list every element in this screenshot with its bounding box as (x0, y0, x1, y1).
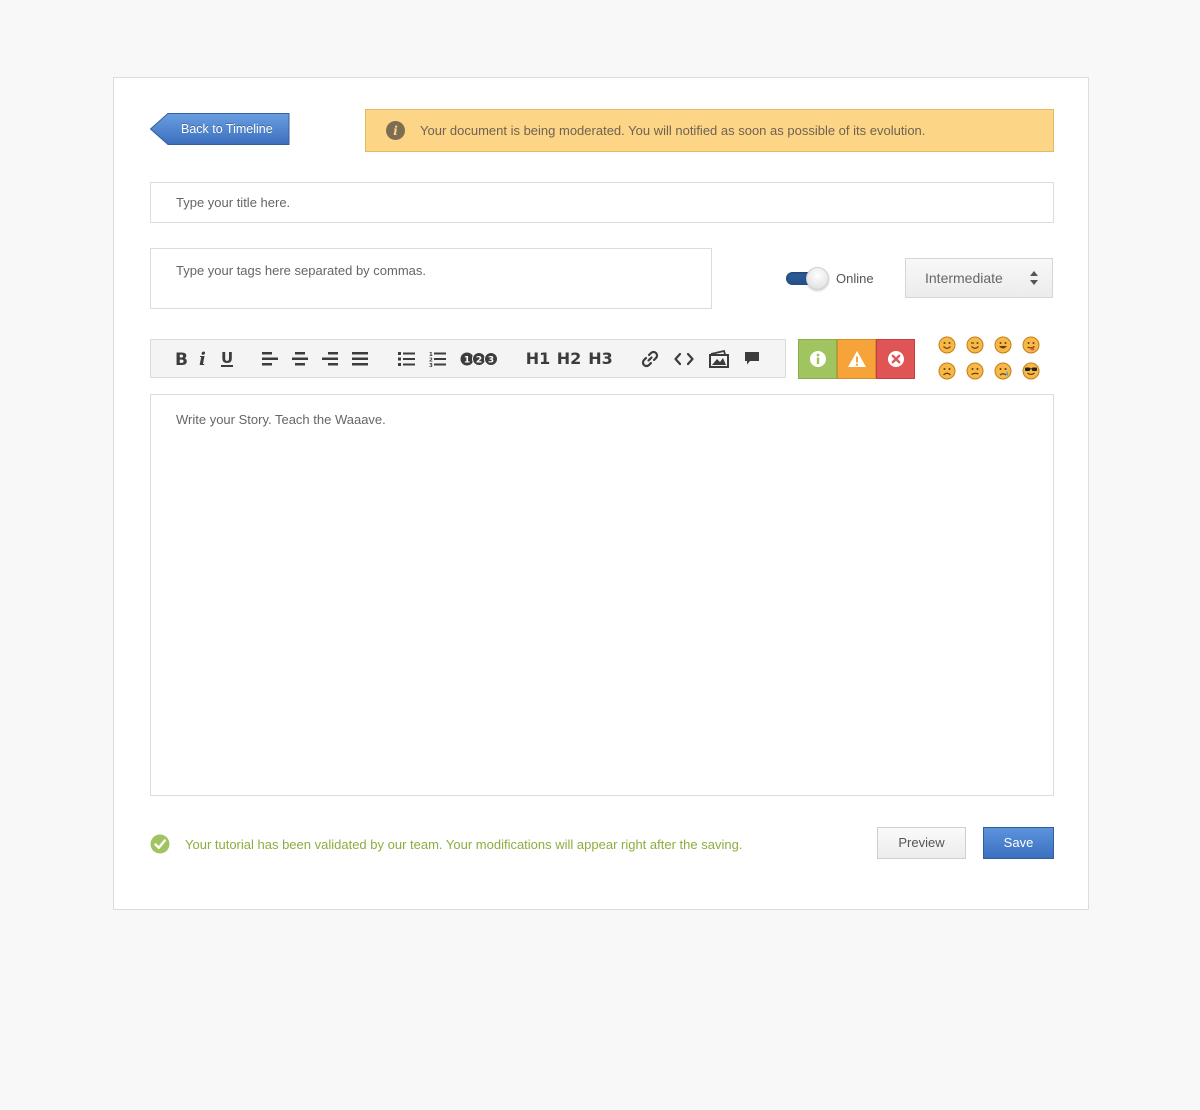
grin-emoji-icon[interactable] (994, 336, 1012, 354)
sad-emoji-icon[interactable] (938, 362, 956, 380)
online-label: Online (836, 271, 874, 286)
heading-2-button[interactable]: H2 (556, 340, 582, 377)
validation-message-text: Your tutorial has been validated by our … (185, 836, 743, 852)
step-2-label: 2 (476, 355, 482, 365)
preview-button[interactable]: Preview (877, 827, 966, 859)
title-input[interactable]: Type your title here. (150, 182, 1054, 223)
link-icon[interactable] (640, 340, 660, 377)
bullet-list-icon[interactable] (396, 340, 416, 377)
confused-emoji-icon[interactable] (966, 362, 984, 380)
bold-icon[interactable]: B (171, 340, 191, 377)
step-3-label: 3 (488, 355, 494, 365)
save-button[interactable]: Save (983, 827, 1054, 859)
tongue-emoji-icon[interactable] (1022, 336, 1040, 354)
underline-icon[interactable]: U (217, 340, 237, 377)
back-to-timeline-button[interactable]: Back to Timeline (150, 112, 290, 146)
online-toggle[interactable] (785, 267, 829, 291)
italic-icon[interactable]: i (195, 340, 211, 377)
smile-emoji-icon[interactable] (938, 336, 956, 354)
tags-input[interactable]: Type your tags here separated by commas. (150, 248, 712, 309)
align-justify-icon[interactable] (351, 340, 369, 377)
info-circle-icon (809, 351, 826, 367)
numbered-list-icon[interactable]: 123 (427, 340, 447, 377)
level-select-value: Intermediate (925, 270, 1003, 286)
svg-text:3: 3 (429, 363, 433, 367)
error-callout-button[interactable] (876, 339, 915, 379)
heading-1-button[interactable]: H1 (525, 340, 551, 377)
align-right-icon[interactable] (321, 340, 339, 377)
svg-text:B: B (175, 351, 188, 367)
warning-callout-button[interactable] (837, 339, 876, 379)
info-callout-button[interactable] (798, 339, 837, 379)
warning-triangle-icon (847, 351, 866, 367)
svg-text:i: i (199, 351, 206, 367)
formatting-toolbar: B i U 123 1 2 3 H1 H2 H3 (150, 339, 786, 378)
code-icon[interactable] (673, 340, 695, 377)
cry-emoji-icon[interactable] (994, 362, 1012, 380)
image-icon[interactable] (708, 340, 730, 377)
check-circle-icon (150, 834, 170, 854)
toggle-knob (806, 267, 829, 290)
steps-icon[interactable]: 1 2 3 (459, 340, 499, 377)
moderation-notice: i Your document is being moderated. You … (365, 109, 1054, 152)
align-center-icon[interactable] (291, 340, 309, 377)
step-1-label: 1 (464, 355, 470, 365)
cool-emoji-icon[interactable] (1022, 362, 1040, 380)
moderation-notice-text: Your document is being moderated. You wi… (420, 123, 926, 138)
level-select[interactable]: Intermediate (905, 258, 1053, 298)
wink-emoji-icon[interactable] (966, 336, 984, 354)
select-arrows-icon (1030, 271, 1038, 286)
align-left-icon[interactable] (261, 340, 279, 377)
editor-card: Back to Timeline i Your document is bein… (113, 77, 1089, 910)
story-editor[interactable]: Write your Story. Teach the Waaave. (150, 394, 1054, 796)
error-x-icon (887, 351, 904, 367)
heading-3-button[interactable]: H3 (587, 340, 614, 377)
info-icon: i (386, 121, 405, 140)
svg-text:U: U (221, 350, 233, 367)
comment-icon[interactable] (742, 340, 762, 377)
validation-message: Your tutorial has been validated by our … (150, 834, 742, 854)
back-button-label: Back to Timeline (181, 122, 273, 136)
